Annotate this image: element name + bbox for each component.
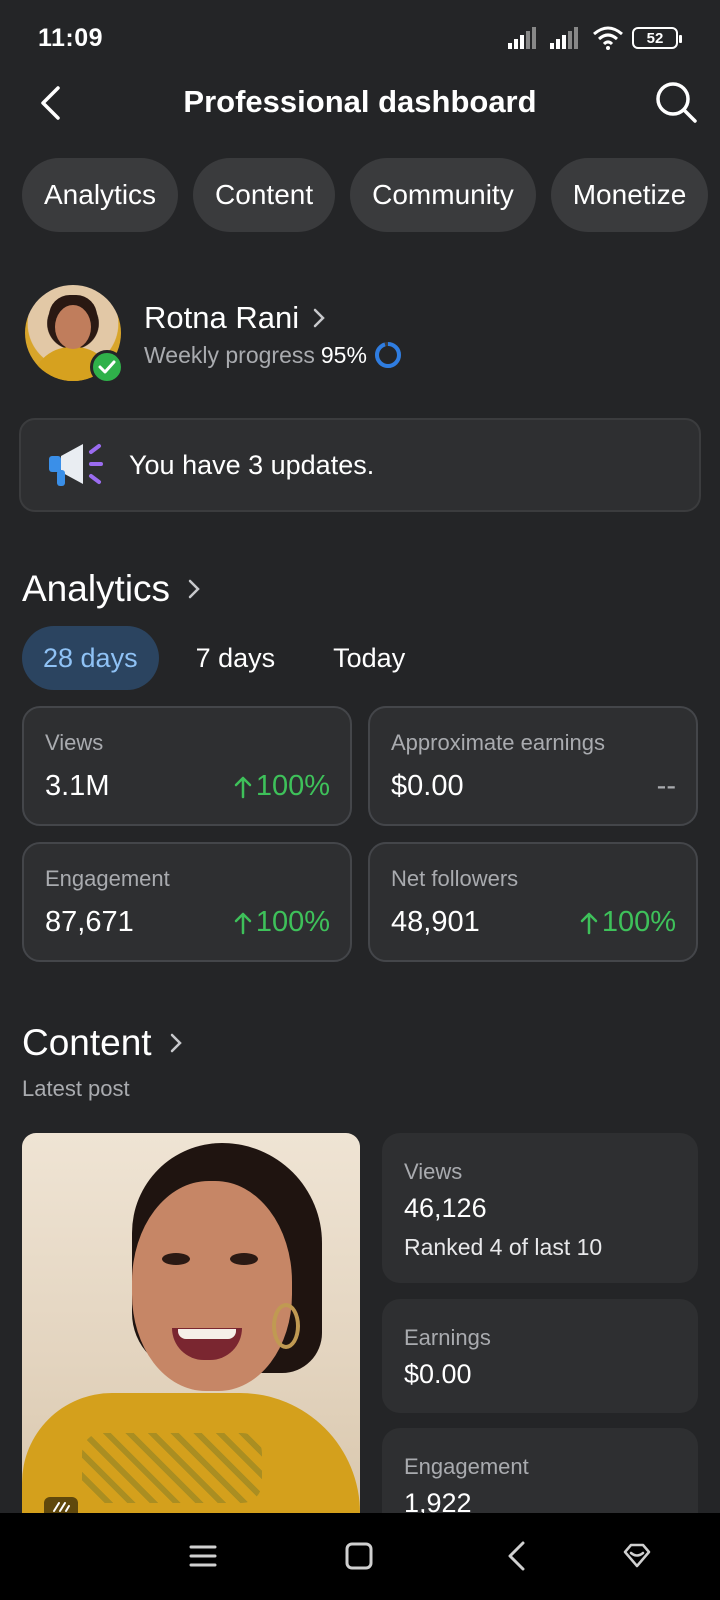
stat-change-value: 100% [255, 906, 330, 938]
menu-icon [189, 1545, 217, 1567]
stat-change-value: 100% [255, 770, 330, 802]
content-section-link[interactable]: Content [22, 1022, 182, 1064]
megaphone-icon [49, 444, 103, 486]
signal-icon [508, 27, 536, 49]
post-metric-engagement[interactable]: Engagement 1,922 [382, 1428, 698, 1513]
metric-label: Views [404, 1159, 463, 1184]
metric-value: 1,922 [404, 1488, 472, 1513]
assistant-button[interactable] [614, 1533, 660, 1579]
post-metric-earnings[interactable]: Earnings $0.00 [382, 1299, 698, 1413]
arrow-up-icon [234, 912, 252, 934]
progress-ring-icon [374, 342, 401, 368]
status-time: 11:09 [38, 24, 104, 52]
metric-value: $0.00 [404, 1359, 472, 1389]
range-tab-today[interactable]: Today [312, 626, 426, 690]
chip-monetize[interactable]: Monetize [550, 158, 709, 232]
assistant-icon [623, 1543, 651, 1568]
section-chips: Analytics Content Community Monetize [22, 158, 709, 232]
stat-change-value: -- [656, 770, 676, 802]
profile-name: Rotna Rani [144, 300, 300, 335]
content-title: Content [22, 1022, 152, 1063]
stat-value: 48,901 [391, 906, 480, 938]
weekly-progress: Weekly progress 95% [144, 340, 403, 370]
progress-label: Weekly progress [144, 341, 315, 368]
analytics-title: Analytics [22, 568, 171, 609]
chevron-right-icon [313, 308, 325, 328]
updates-card[interactable]: You have 3 updates. [19, 418, 701, 512]
stat-card-engagement[interactable]: Engagement 87,671 100% [22, 842, 352, 962]
stat-label: Engagement [45, 866, 170, 891]
chip-community[interactable]: Community [350, 158, 536, 232]
stat-change: 100% [234, 770, 330, 803]
back-triangle-icon [508, 1541, 525, 1571]
metric-note: Ranked 4 of last 10 [404, 1234, 603, 1260]
square-home-icon [345, 1542, 373, 1570]
nav-back-button[interactable] [494, 1533, 540, 1579]
stat-change-value: 100% [601, 906, 676, 938]
stat-label: Approximate earnings [391, 730, 606, 755]
stat-label: Net followers [391, 866, 519, 891]
carousel-icon [44, 1497, 78, 1513]
stat-value: $0.00 [391, 770, 464, 802]
signal-icon-2 [550, 27, 578, 49]
arrow-up-icon [234, 776, 252, 798]
stat-card-views[interactable]: Views 3.1M 100% [22, 706, 352, 826]
analytics-section-link[interactable]: Analytics [22, 568, 200, 610]
post-metric-views[interactable]: Views 46,126 Ranked 4 of last 10 [382, 1133, 698, 1283]
metric-value: 46,126 [404, 1193, 487, 1223]
menu-button[interactable] [180, 1533, 226, 1579]
stat-value: 3.1M [45, 770, 110, 802]
system-navbar [0, 1513, 720, 1600]
latest-post-thumbnail[interactable] [22, 1133, 360, 1513]
stat-change: 100% [234, 906, 330, 939]
page-title: Professional dashboard [183, 84, 537, 119]
stat-change: 100% [580, 906, 676, 939]
content-subtitle: Latest post [22, 1076, 130, 1101]
range-tab-28-days[interactable]: 28 days [22, 626, 159, 690]
wifi-icon [593, 26, 623, 50]
battery-indicator: 52 [632, 27, 682, 49]
search-button[interactable] [652, 78, 700, 126]
chip-analytics[interactable]: Analytics [22, 158, 179, 232]
chip-content[interactable]: Content [193, 158, 336, 232]
updates-text: You have 3 updates. [129, 449, 375, 480]
arrow-up-icon [580, 912, 598, 934]
home-button[interactable] [336, 1533, 382, 1579]
status-icons: 52 [508, 26, 682, 50]
stat-value: 87,671 [45, 906, 134, 938]
progress-value: 95% [320, 341, 367, 368]
stat-card-earnings[interactable]: Approximate earnings $0.00 -- [368, 706, 698, 826]
metric-label: Engagement [404, 1454, 529, 1479]
range-tab-7-days[interactable]: 7 days [175, 626, 297, 690]
profile-name-link[interactable]: Rotna Rani [144, 300, 325, 336]
metric-label: Earnings [404, 1325, 491, 1350]
verified-check-icon [90, 350, 124, 384]
chevron-right-icon [188, 579, 200, 599]
search-icon [656, 82, 697, 123]
stat-card-net-followers[interactable]: Net followers 48,901 100% [368, 842, 698, 962]
chevron-right-icon [170, 1033, 182, 1053]
stat-label: Views [45, 730, 104, 755]
range-tabs: 28 days 7 days Today [22, 626, 442, 690]
